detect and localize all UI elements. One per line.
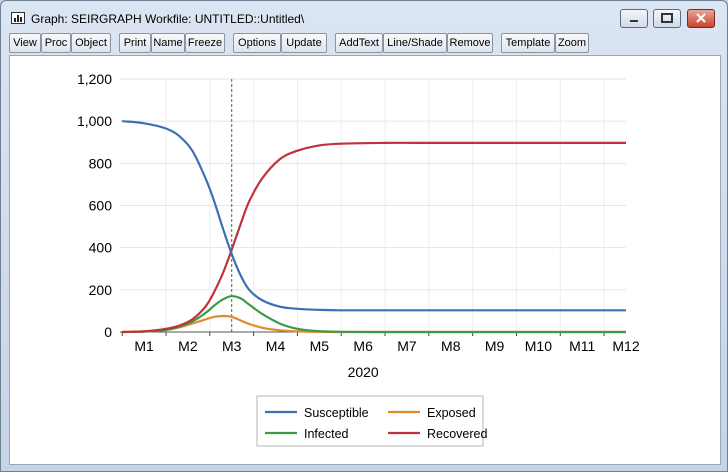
close-icon (696, 13, 706, 23)
y-tick-label: 0 (104, 324, 112, 340)
object-button[interactable]: Object (71, 33, 111, 53)
y-tick-label: 600 (89, 198, 113, 214)
chart-series (122, 120, 626, 334)
legend-label-exposed: Exposed (427, 406, 476, 420)
legend-label-infected: Infected (304, 427, 349, 441)
x-tick-label: M2 (178, 338, 198, 354)
series-line-recovered (122, 141, 626, 334)
freeze-button[interactable]: Freeze (185, 33, 225, 53)
remove-button[interactable]: Remove (447, 33, 493, 53)
y-tick-label: 800 (89, 155, 113, 171)
y-tick-label: 200 (89, 282, 113, 298)
x-tick-label: M9 (485, 338, 505, 354)
line-shade-button[interactable]: Line/Shade (383, 33, 447, 53)
x-tick-label: M12 (612, 338, 639, 354)
graph-window: Graph: SEIRGRAPH Workfile: UNTITLED::Unt… (0, 0, 728, 472)
minimize-button[interactable] (620, 9, 648, 28)
zoom-button[interactable]: Zoom (555, 33, 589, 53)
graph-toolbar: View Proc Object Print Name Freeze Optio… (9, 33, 721, 54)
proc-button[interactable]: Proc (41, 33, 71, 53)
title-bar[interactable]: Graph: SEIRGRAPH Workfile: UNTITLED::Unt… (1, 1, 727, 33)
x-tick-label: M4 (266, 338, 286, 354)
view-button[interactable]: View (9, 33, 41, 53)
legend-label-susceptible: Susceptible (304, 406, 369, 420)
chart-legend: Susceptible Exposed Infected Recovered (256, 395, 487, 447)
maximize-icon (661, 13, 673, 23)
x-tick-label: M5 (310, 338, 330, 354)
name-button[interactable]: Name (151, 33, 185, 53)
series-line-susceptible (122, 120, 626, 312)
y-tick-label: 1,000 (77, 113, 112, 129)
x-tick-label: M7 (397, 338, 417, 354)
x-tick-label: M8 (441, 338, 461, 354)
maximize-button[interactable] (653, 9, 681, 28)
seir-line-chart: 0 200 400 600 800 1,000 1,200 M1 M2 M3 M4 M5 M6 M7 M8… (77, 71, 640, 447)
x-tick-label: M1 (134, 338, 154, 354)
x-tick-label: M10 (525, 338, 552, 354)
graph-app-icon (11, 12, 25, 24)
y-tick-label: 1,200 (77, 71, 112, 87)
options-button[interactable]: Options (233, 33, 281, 53)
addtext-button[interactable]: AddText (335, 33, 383, 53)
x-tick-label: M3 (222, 338, 242, 354)
close-button[interactable] (687, 9, 715, 28)
minimize-icon (630, 20, 638, 22)
template-button[interactable]: Template (501, 33, 555, 53)
legend-label-recovered: Recovered (427, 427, 487, 441)
x-axis-ticks: M1 M2 M3 M4 M5 M6 M7 M8 M9 M10 M11 M12 (121, 332, 640, 354)
x-axis-label: 2020 (348, 364, 379, 380)
x-tick-label: M6 (353, 338, 373, 354)
y-tick-label: 400 (89, 240, 113, 256)
update-button[interactable]: Update (281, 33, 327, 53)
print-button[interactable]: Print (119, 33, 151, 53)
graph-canvas[interactable]: 0 200 400 600 800 1,000 1,200 M1 M2 M3 M4 M5 M6 M7 M8… (9, 55, 721, 465)
chart-grid (120, 78, 626, 332)
x-tick-label: M11 (569, 338, 595, 354)
y-axis-ticks: 0 200 400 600 800 1,000 1,200 (77, 71, 112, 340)
window-title: Graph: SEIRGRAPH Workfile: UNTITLED::Unt… (31, 12, 305, 26)
